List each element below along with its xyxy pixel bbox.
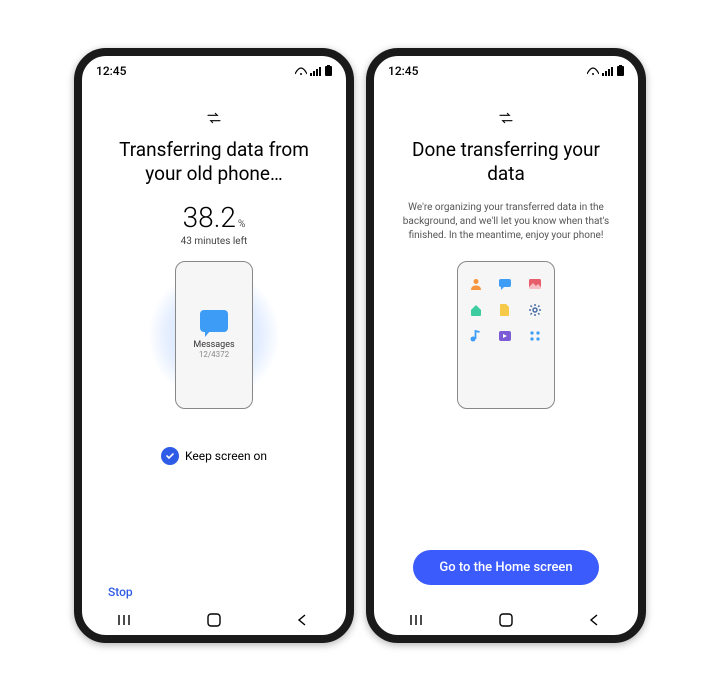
message-icon	[497, 276, 513, 292]
go-home-button[interactable]: Go to the Home screen	[413, 550, 598, 585]
transfer-progress-screen: Transferring data from your old phone… 3…	[82, 82, 346, 599]
current-item-count: 12/4372	[199, 350, 229, 359]
home-button[interactable]	[205, 613, 223, 627]
transfer-arrows-icon	[498, 110, 514, 126]
current-item-label: Messages	[193, 340, 234, 350]
image-icon	[527, 276, 543, 292]
home-button[interactable]	[497, 613, 515, 627]
mini-phone-illustration: Messages 12/4372	[175, 261, 253, 409]
status-bar: 12:45	[82, 56, 346, 82]
recents-button[interactable]	[117, 613, 135, 627]
nav-bar	[374, 599, 638, 635]
progress-percent: 38.2 %	[183, 201, 246, 234]
time-remaining: 43 minutes left	[181, 236, 248, 247]
video-icon	[497, 328, 513, 344]
checkmark-icon	[161, 447, 179, 465]
page-title: Done transferring your data	[394, 138, 618, 187]
status-time: 12:45	[96, 64, 126, 78]
app-icon-grid	[468, 276, 544, 344]
mini-phone-illustration	[457, 261, 555, 409]
page-title: Transferring data from your old phone…	[102, 138, 326, 187]
keep-screen-on-toggle[interactable]: Keep screen on	[161, 447, 267, 465]
apps-icon	[527, 328, 543, 344]
percent-value: 38.2	[183, 201, 236, 234]
back-button[interactable]	[293, 613, 311, 627]
footer: Stop	[102, 585, 326, 599]
settings-icon	[527, 302, 543, 318]
status-icons	[587, 65, 624, 76]
music-icon	[468, 328, 484, 344]
progress-illustration: Messages 12/4372	[175, 261, 253, 409]
message-icon	[200, 310, 228, 332]
status-time: 12:45	[388, 64, 418, 78]
phone-done: 12:45 Done transferring your data We're …	[366, 48, 646, 643]
transfer-done-screen: Done transferring your data We're organi…	[374, 82, 638, 599]
status-icons	[295, 65, 332, 76]
home-icon	[468, 302, 484, 318]
stop-button[interactable]: Stop	[108, 585, 133, 599]
back-button[interactable]	[585, 613, 603, 627]
percent-symbol: %	[238, 219, 245, 230]
recents-button[interactable]	[409, 613, 427, 627]
status-bar: 12:45	[374, 56, 638, 82]
file-icon	[497, 302, 513, 318]
person-icon	[468, 276, 484, 292]
done-illustration	[457, 261, 555, 409]
nav-bar	[82, 599, 346, 635]
transfer-arrows-icon	[206, 110, 222, 126]
page-subtext: We're organizing your transferred data i…	[394, 201, 618, 243]
keep-screen-on-label: Keep screen on	[185, 449, 267, 463]
phone-transferring: 12:45 Transferring data from your old ph…	[74, 48, 354, 643]
